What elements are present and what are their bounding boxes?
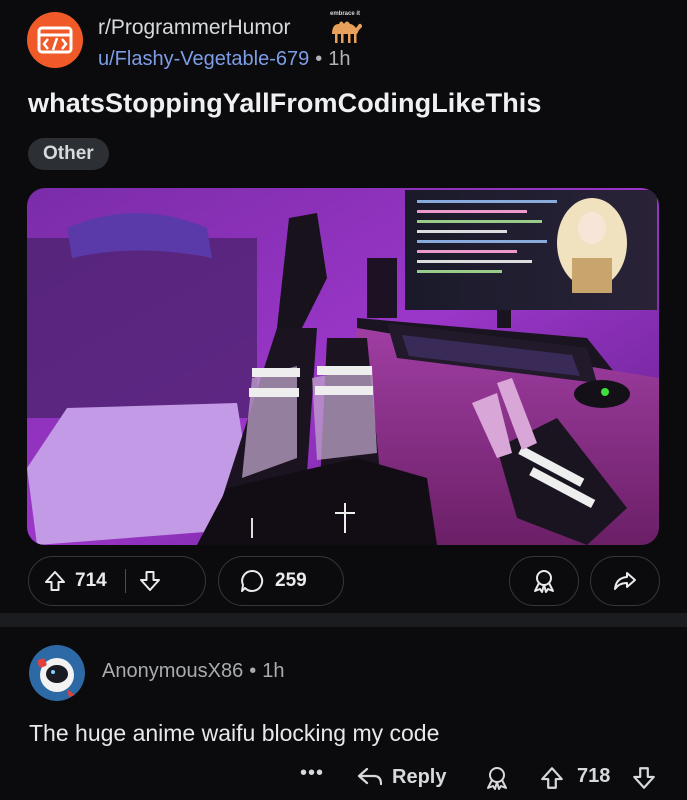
post-card: r/ProgrammerHumor embrace it u/Flashy-Ve…: [0, 0, 687, 613]
subreddit-name[interactable]: r/ProgrammerHumor: [98, 16, 291, 40]
comment-meta: AnonymousX86 • 1h: [102, 660, 284, 683]
avatar[interactable]: [29, 645, 85, 701]
upvote-count: 714: [75, 570, 107, 591]
arrow-down-icon[interactable]: [138, 569, 162, 593]
code-window-icon: [37, 26, 73, 54]
vote-divider: [124, 569, 126, 593]
comment-score: 718: [577, 765, 611, 787]
comment-count: 259: [275, 570, 307, 591]
post-meta: u/Flashy-Vegetable-679 • 1h: [98, 48, 351, 71]
share-button[interactable]: [590, 556, 660, 606]
comments-button[interactable]: 259: [218, 556, 344, 606]
post-image[interactable]: [27, 188, 659, 545]
comment-card: AnonymousX86 • 1h The huge anime waifu blo…: [0, 627, 687, 800]
comment-award-button[interactable]: [484, 765, 510, 796]
subreddit-avatar[interactable]: [27, 12, 83, 68]
arrow-down-icon: [633, 767, 655, 789]
flair-icon-caption: embrace it: [330, 11, 360, 17]
post-title[interactable]: whatsStoppingYallFromCodingLikeThis: [28, 88, 542, 119]
section-divider: [0, 613, 687, 627]
meta-separator: •: [315, 48, 323, 70]
award-icon: [534, 570, 554, 593]
reply-arrow-icon: [357, 767, 383, 786]
reply-button[interactable]: Reply: [356, 764, 446, 790]
comment-upvote-button[interactable]: [539, 765, 565, 796]
post-flair[interactable]: Other: [28, 138, 109, 170]
reply-label: Reply: [392, 765, 447, 788]
more-dots-icon[interactable]: •••: [300, 762, 324, 785]
comment-time: 1h: [262, 660, 285, 682]
award-icon: [487, 767, 507, 790]
speech-bubble-icon: [241, 569, 264, 592]
comment-actions: ••• Reply 718: [0, 762, 687, 796]
arrow-up-icon: [541, 767, 563, 789]
astronaut-avatar-icon: [29, 645, 85, 701]
comment-downvote-button[interactable]: [631, 765, 657, 796]
comment-author[interactable]: AnonymousX86: [102, 660, 243, 682]
post-time: 1h: [328, 48, 351, 70]
comment-body: The huge anime waifu blocking my code: [29, 720, 440, 746]
share-arrow-icon: [614, 572, 636, 590]
camel-icon: embrace it: [326, 8, 366, 46]
author-link[interactable]: u/Flashy-Vegetable-679: [98, 48, 309, 70]
comment-meta-separator: •: [249, 660, 257, 682]
arrow-up-icon[interactable]: [43, 569, 67, 593]
award-button[interactable]: [509, 556, 579, 606]
vote-pill: 714: [28, 556, 206, 606]
